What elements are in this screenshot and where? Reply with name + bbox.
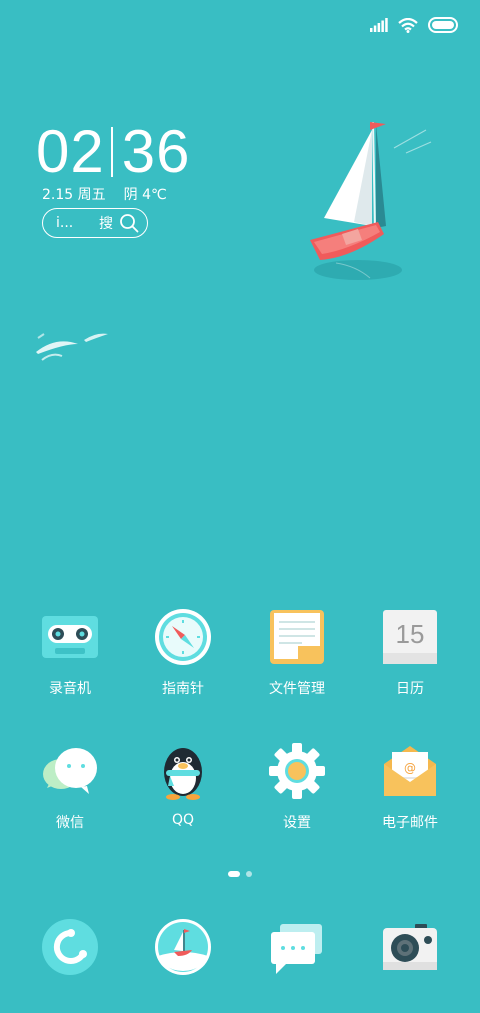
app-calendar[interactable]: 15 日历 (350, 608, 470, 698)
search-icon (120, 214, 139, 233)
signal-bars-icon (370, 18, 388, 32)
calendar-day: 15 (395, 618, 425, 649)
wechat-icon (41, 742, 99, 800)
status-bar (370, 14, 458, 36)
svg-text:@: @ (404, 761, 416, 775)
date-text: 2.15 周五 (42, 187, 106, 203)
clock-widget[interactable]: 02 36 (36, 122, 191, 182)
qq-penguin-icon (154, 742, 212, 800)
compass-icon (154, 608, 212, 666)
app-settings[interactable]: 设置 (237, 742, 357, 832)
app-label: 设置 (283, 815, 311, 831)
page-indicator[interactable] (0, 871, 480, 877)
dock-phone[interactable] (10, 918, 130, 976)
app-label: 微信 (56, 815, 84, 831)
messages-icon (268, 918, 326, 976)
app-recorder[interactable]: 录音机 (10, 608, 130, 698)
app-label: 日历 (396, 681, 424, 697)
gear-icon (268, 742, 326, 800)
dock-camera[interactable] (350, 918, 470, 976)
phone-icon (41, 918, 99, 976)
page-dot-2[interactable] (246, 871, 252, 877)
date-weather-row[interactable]: 2.15 周五 阴 4℃ (42, 184, 167, 204)
sailboat-wallpaper-graphic (310, 121, 432, 280)
wifi-icon (398, 17, 418, 33)
dock-messages[interactable] (237, 918, 357, 976)
seagulls-wallpaper-graphic (36, 333, 108, 361)
browser-sailboat-icon (154, 918, 212, 976)
email-envelope-icon: @ (381, 742, 439, 800)
search-hint: i... (56, 215, 74, 231)
app-label: 录音机 (49, 681, 91, 697)
battery-icon (428, 17, 458, 33)
app-label: 电子邮件 (382, 815, 438, 831)
app-label: 指南针 (162, 681, 204, 697)
calendar-icon: 15 (381, 608, 439, 666)
dock-browser[interactable] (123, 918, 243, 976)
app-file-manager[interactable]: 文件管理 (237, 608, 357, 698)
app-label: QQ (171, 812, 195, 828)
app-email[interactable]: @ 电子邮件 (350, 742, 470, 832)
search-action-label: 搜 (99, 216, 113, 232)
cassette-recorder-icon (41, 608, 99, 666)
file-manager-icon (268, 608, 326, 666)
weather-text: 阴 4℃ (123, 187, 167, 203)
clock-minutes: 36 (121, 118, 191, 185)
app-compass[interactable]: 指南针 (123, 608, 243, 698)
app-label: 文件管理 (269, 681, 325, 697)
app-qq[interactable]: QQ (123, 742, 243, 828)
clock-hours: 02 (36, 118, 105, 185)
clock-separator (110, 127, 113, 177)
page-dot-1[interactable] (228, 871, 240, 877)
search-bar[interactable]: i... 搜 (42, 208, 148, 238)
camera-icon (381, 918, 439, 976)
app-wechat[interactable]: 微信 (10, 742, 130, 832)
